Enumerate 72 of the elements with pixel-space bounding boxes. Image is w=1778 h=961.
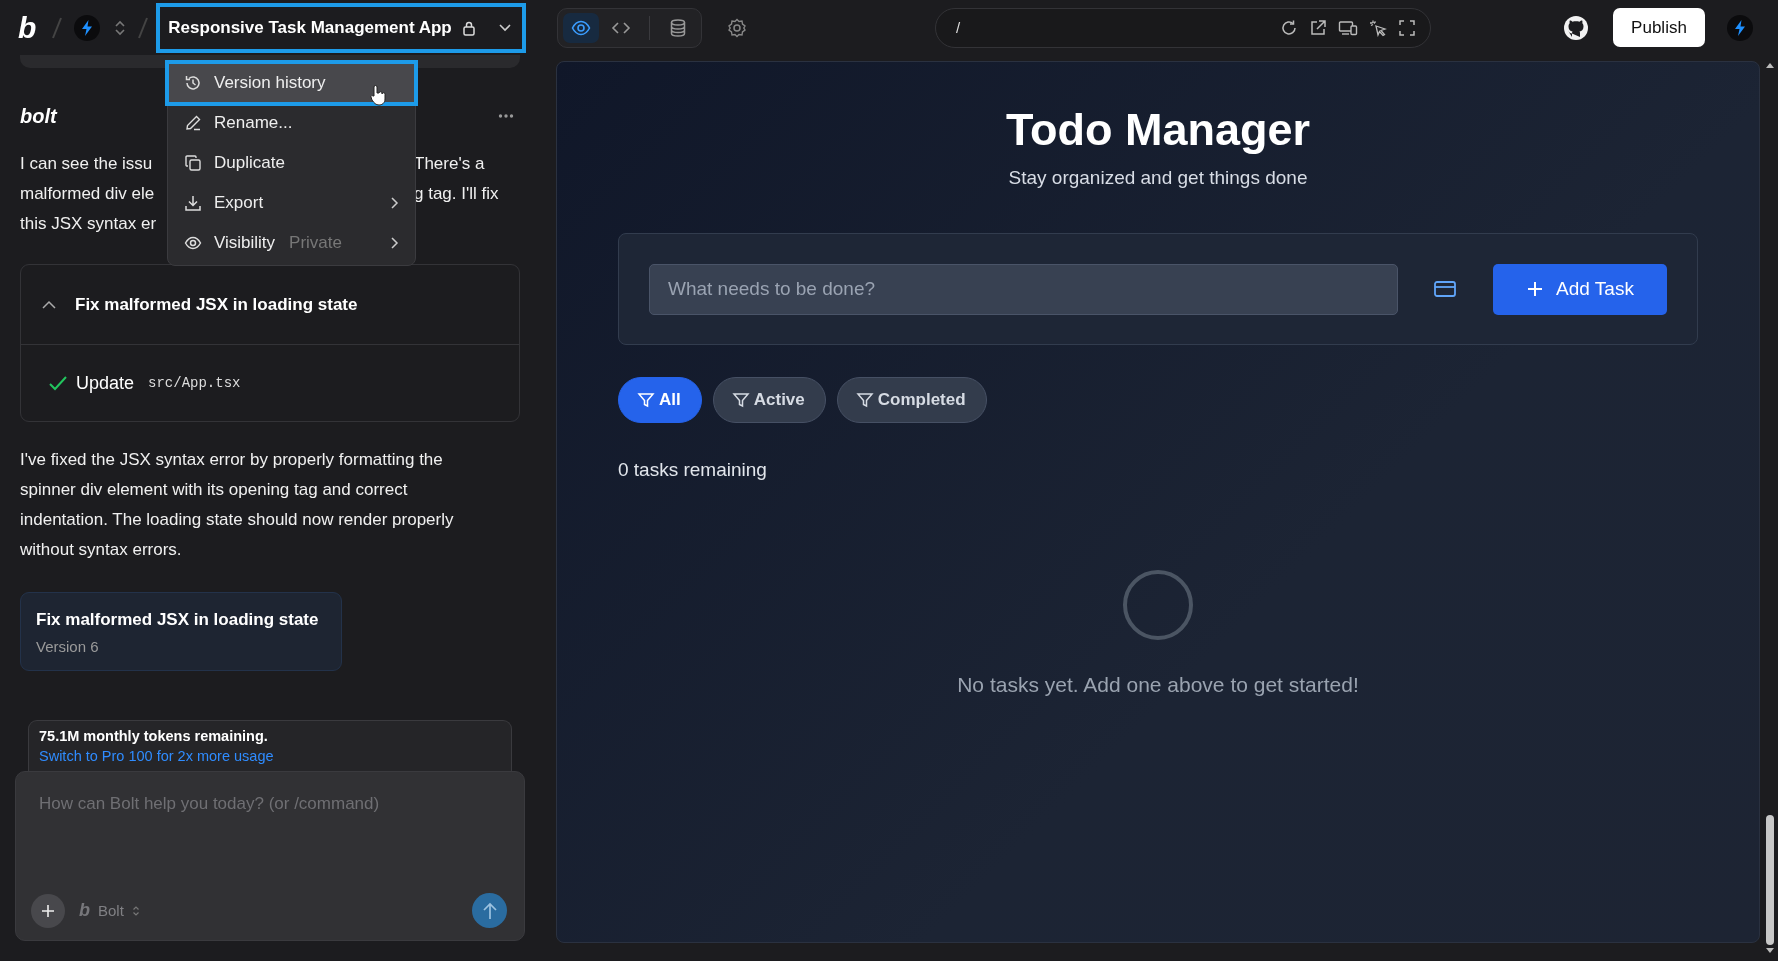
lightning-avatar-icon[interactable] — [74, 14, 101, 41]
app-subtitle: Stay organized and get things done — [1008, 166, 1308, 190]
devices-icon[interactable] — [1338, 18, 1358, 37]
message-text: this JSX syntax er — [20, 213, 157, 235]
task-input-field[interactable]: What needs to be done? — [649, 263, 1398, 315]
filter-label: Completed — [877, 390, 966, 410]
app-title: Todo Manager — [1005, 103, 1311, 157]
copy-icon — [184, 154, 202, 172]
logo[interactable]: b — [18, 12, 37, 43]
message-text: There's a — [414, 154, 485, 173]
scroll-up-icon[interactable] — [1765, 61, 1775, 69]
download-icon — [184, 194, 202, 212]
version-card[interactable]: Fix malformed JSX in loading state Version 6 — [20, 592, 342, 671]
model-logo: b — [79, 900, 90, 921]
filter-icon — [731, 391, 750, 409]
card-icon[interactable] — [1433, 280, 1457, 298]
plus-icon — [1526, 280, 1545, 298]
updown-caret-icon[interactable] — [114, 18, 127, 37]
menu-item[interactable]: Export — [168, 183, 415, 223]
updown-caret-icon — [131, 904, 140, 917]
menu-item[interactable]: Version history — [168, 63, 415, 103]
action-title: Fix malformed JSX in loading state — [75, 294, 358, 315]
external-link-icon[interactable] — [1309, 18, 1327, 37]
filter-tab[interactable]: Active — [712, 377, 826, 423]
menu-item[interactable]: Duplicate — [168, 143, 415, 183]
scroll-down-icon[interactable] — [1765, 947, 1775, 955]
menu-item[interactable]: Rename... — [168, 103, 415, 143]
message-text: malformed div ele — [20, 183, 155, 205]
send-button[interactable] — [472, 893, 507, 928]
menu-item[interactable]: Visibility Private — [168, 223, 415, 263]
eye-icon[interactable] — [563, 12, 599, 43]
reload-icon[interactable] — [1280, 18, 1298, 37]
step-action: Update — [76, 372, 135, 394]
version-title: Fix malformed JSX in loading state — [36, 610, 320, 630]
filter-icon — [637, 391, 655, 409]
scroll-thumb[interactable] — [1766, 815, 1774, 945]
plus-icon — [40, 902, 56, 919]
filter-tab[interactable]: All — [618, 377, 702, 423]
tasks-remaining: 0 tasks remaining — [618, 458, 768, 482]
more-options-icon[interactable] — [498, 113, 514, 119]
url-bar[interactable]: / — [935, 7, 1431, 48]
add-task-button[interactable]: Add Task — [1493, 263, 1667, 315]
message-text: I can see the issu — [20, 153, 153, 175]
filter-tab[interactable]: Completed — [836, 377, 987, 423]
lock-icon — [461, 19, 476, 36]
prompt-field[interactable]: How can Bolt help you today? (or /command) — [31, 794, 509, 893]
upgrade-link[interactable]: Switch to Pro 100 for 2x more usage — [39, 746, 501, 766]
cursor-icon[interactable] — [1369, 18, 1387, 37]
add-task-label: Add Task — [1556, 278, 1634, 300]
chevron-icon[interactable] — [41, 299, 57, 310]
settings-icon[interactable] — [727, 17, 747, 38]
lightning-avatar-icon[interactable] — [1727, 14, 1753, 41]
empty-message: No tasks yet. Add one above to get started! — [957, 672, 1359, 698]
publish-button[interactable]: Publish — [1613, 8, 1705, 47]
history-icon — [184, 74, 202, 92]
tokens-text: 75.1M monthly tokens remaining. — [39, 727, 269, 746]
message-text: I've fixed the JSX syntax error by properly formatting the spinner div element with its opening tag and correct indentation. The loading state should now render properly without syntax errors. — [20, 449, 455, 561]
assistant-label: bolt — [20, 104, 57, 128]
version-number: Version 6 — [36, 638, 100, 655]
github-icon[interactable] — [1563, 14, 1589, 41]
file-path: src/App.tsx — [148, 375, 241, 391]
pencil-icon — [184, 114, 202, 132]
hand-cursor-icon — [370, 84, 386, 106]
eye-icon — [184, 234, 202, 252]
filter-icon — [855, 391, 874, 409]
chevron-down-icon — [498, 22, 513, 33]
model-name: Bolt — [98, 902, 124, 919]
filter-label: Active — [753, 390, 805, 410]
filter-label: All — [659, 390, 681, 410]
add-button[interactable] — [31, 893, 65, 928]
fullscreen-icon[interactable] — [1398, 18, 1416, 37]
project-title-button[interactable]: Responsive Task Management App — [156, 2, 527, 53]
